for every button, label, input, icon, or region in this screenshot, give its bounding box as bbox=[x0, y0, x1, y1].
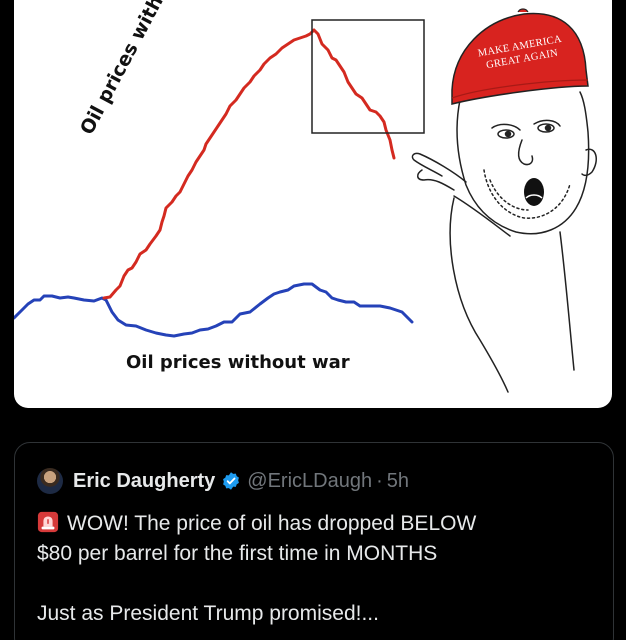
siren-icon bbox=[37, 511, 59, 533]
author-handle[interactable]: @EricLDaugh bbox=[247, 470, 372, 493]
author-name[interactable]: Eric Daugherty bbox=[73, 470, 215, 493]
quoted-tweet-card[interactable]: Eric Daugherty @EricLDaugh · 5h WOW! The… bbox=[14, 442, 614, 640]
page: MAKE AMERICA GREAT AGAIN Oil prices with… bbox=[0, 0, 626, 640]
meme-image[interactable]: MAKE AMERICA GREAT AGAIN Oil prices with… bbox=[14, 0, 612, 408]
tweet-line-1-text: WOW! The price of oil has dropped BELOW bbox=[67, 512, 477, 535]
tweet-text: WOW! The price of oil has dropped BELOW … bbox=[37, 509, 597, 629]
separator-dot: · bbox=[376, 469, 383, 492]
avatar[interactable] bbox=[37, 468, 63, 494]
tweet-line-3: Just as President Trump promised!... bbox=[37, 602, 379, 625]
with-war-line bbox=[102, 28, 396, 300]
tweet-header: Eric Daugherty @EricLDaugh · 5h bbox=[37, 467, 409, 495]
wojak-character bbox=[411, 91, 598, 393]
tweet-line-1: WOW! The price of oil has dropped BELOW bbox=[37, 509, 597, 539]
without-war-line bbox=[14, 282, 414, 338]
post-time[interactable]: 5h bbox=[387, 470, 409, 493]
tweet-line-2: $80 per barrel for the first time in MON… bbox=[37, 542, 438, 565]
wojak-mouth bbox=[524, 178, 544, 206]
highlight-box bbox=[311, 19, 425, 134]
verified-badge-icon bbox=[223, 472, 240, 490]
label-without-war: Oil prices without war bbox=[126, 352, 350, 373]
